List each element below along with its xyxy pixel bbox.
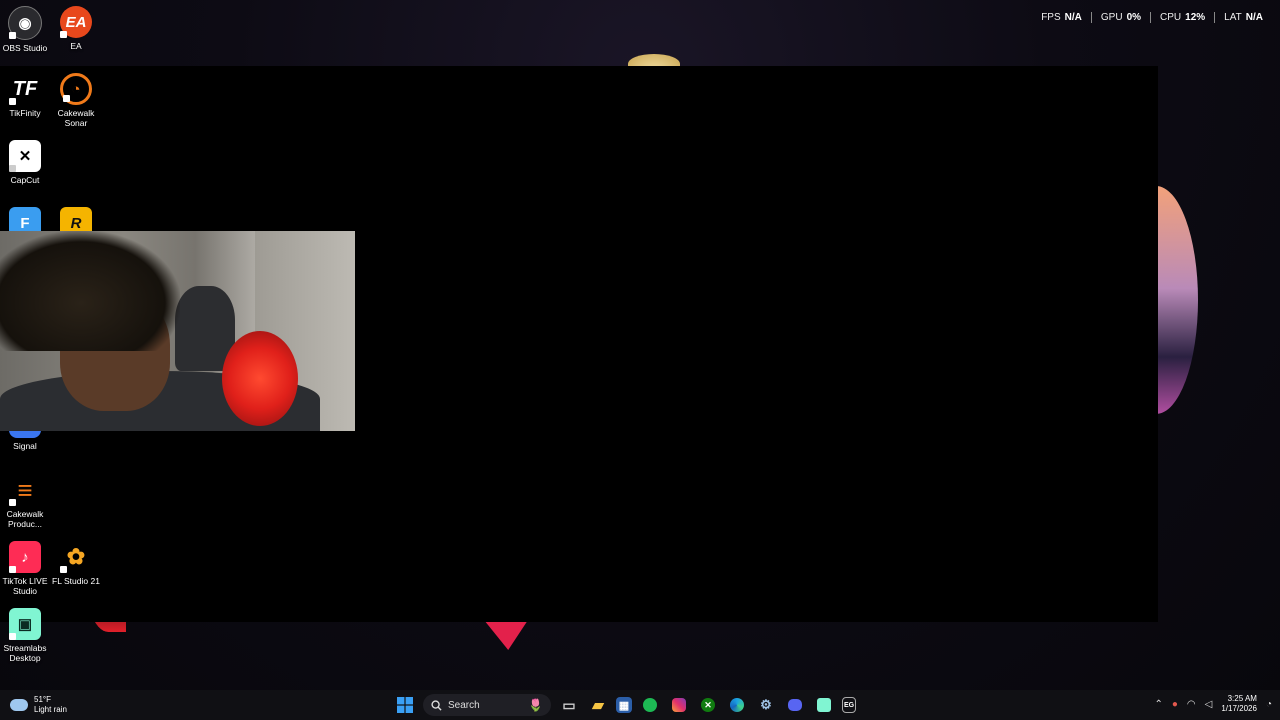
clock-time: 3:25 AM [1227, 694, 1257, 703]
start-icon[interactable] [394, 694, 416, 716]
instagram-icon[interactable] [668, 694, 690, 716]
webcam-person-hair [0, 231, 180, 351]
cpu-readout: CPU 12% [1150, 12, 1214, 23]
weather-temp: 51°F [34, 695, 51, 704]
desktop-icon-streamlabs-desktop[interactable]: ▣ Streamlabs Desktop [0, 608, 50, 663]
rockstar-icon: R [60, 207, 92, 231]
ea-icon: EA [60, 6, 92, 38]
cakewalk-producer-icon: ≡ [9, 474, 41, 506]
latency-readout: LAT N/A [1214, 12, 1272, 23]
microsoft-store-icon[interactable]: ▦ [616, 697, 632, 713]
task-view-icon[interactable]: ▭ [558, 694, 580, 716]
system-tray: ⌃ ● ◠ ◁ 3:25 AM 1/17/2026 ◔ [1154, 694, 1272, 714]
obs-studio-icon: ◉ [8, 6, 42, 40]
steam-icon[interactable]: ⚙ [755, 694, 777, 716]
streamlabs-taskbar-icon[interactable] [813, 694, 835, 716]
tulip-widget-icon: 🌷 [528, 698, 543, 712]
webcam-red-wig [222, 331, 298, 426]
desktop-icon-obs-studio[interactable]: ◉ OBS Studio [0, 6, 50, 53]
performance-overlay: FPS N/A GPU 0% CPU 12% LAT N/A [1032, 12, 1272, 23]
edge-icon[interactable] [726, 694, 748, 716]
desktop-icon-rockstar[interactable]: R [51, 207, 101, 231]
microphone-icon[interactable]: ● [1172, 699, 1178, 710]
signal-icon [9, 430, 41, 438]
file-explorer-icon[interactable]: ▰ [587, 694, 609, 716]
search-label: Search [448, 699, 480, 711]
f-app-icon: F [9, 207, 41, 231]
spotify-icon[interactable] [639, 694, 661, 716]
desktop-icon-capcut[interactable]: ✕ CapCut [0, 140, 50, 185]
search-icon [431, 699, 442, 711]
taskbar: 51°F Light rain Search 🌷 ▭ ▰ ▦ ✕ ⚙ EG ⌃ … [0, 690, 1280, 720]
volume-icon[interactable]: ◁ [1205, 699, 1213, 710]
fl-studio-icon: ✿ [60, 541, 92, 573]
tiktok-live-studio-icon: ♪ [9, 541, 41, 573]
chevron-up-icon[interactable]: ⌃ [1154, 699, 1162, 710]
desktop-icon-fl-studio[interactable]: ✿ FL Studio 21 [51, 541, 101, 586]
streamlabs-icon: ▣ [9, 608, 41, 640]
capcut-icon: ✕ [9, 140, 41, 172]
desktop-icon-tiktok-live-studio[interactable]: ♪ TikTok LIVE Studio [0, 541, 50, 596]
desktop-icon-tikfinity[interactable]: TF TikFinity [0, 73, 50, 118]
taskbar-pinned-apps: Search 🌷 ▭ ▰ ▦ ✕ ⚙ EG [394, 694, 856, 716]
desktop-icon-ea[interactable]: EA EA [51, 6, 101, 51]
rain-cloud-icon [10, 699, 28, 711]
weather-widget[interactable]: 51°F Light rain [10, 695, 67, 715]
clock-date: 1/17/2026 [1221, 704, 1257, 713]
wallpaper-shape-bottom [484, 620, 528, 650]
desktop-icon-cakewalk-producer[interactable]: ≡ Cakewalk Produc... [0, 474, 50, 530]
desktop-icon-signal[interactable]: Signal [0, 430, 50, 451]
weather-condition: Light rain [34, 705, 67, 714]
desktop-icon-f-app[interactable]: F [0, 207, 50, 231]
fps-readout: FPS N/A [1041, 12, 1082, 23]
discord-icon[interactable] [784, 694, 806, 716]
tikfinity-icon: TF [9, 73, 41, 105]
xbox-icon[interactable]: ✕ [697, 694, 719, 716]
wifi-icon[interactable]: ◠ [1187, 699, 1196, 710]
webcam-overlay [0, 231, 355, 431]
gpu-readout: GPU 0% [1090, 12, 1150, 23]
clock[interactable]: 3:25 AM 1/17/2026 [1221, 694, 1257, 714]
epic-games-icon[interactable]: EG [842, 697, 856, 713]
notification-bell-icon[interactable]: ◔ [1266, 699, 1272, 710]
taskbar-search-box[interactable]: Search 🌷 [423, 694, 551, 716]
wallpaper-shape-right [1156, 186, 1198, 414]
desktop-icon-cakewalk-sonar[interactable]: ◔ Cakewalk Sonar [51, 73, 101, 128]
cakewalk-sonar-icon: ◔ [60, 73, 92, 105]
